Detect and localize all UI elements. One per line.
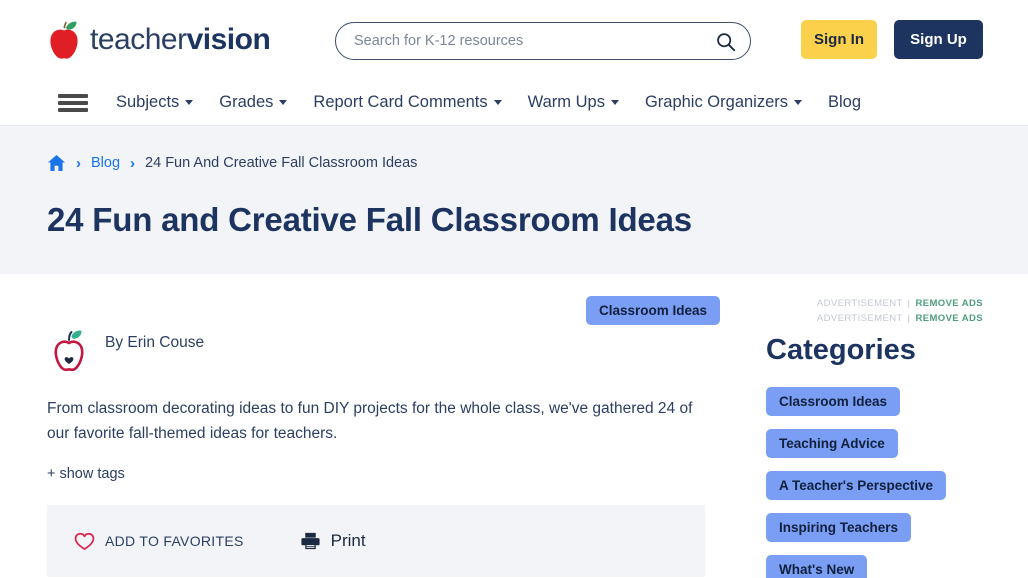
breadcrumb-separator: › xyxy=(130,154,136,172)
printer-icon xyxy=(301,533,320,550)
site-header: teachervision Sign In Sign Up xyxy=(0,0,1028,80)
advertisement-label: ADVERTISEMENT xyxy=(816,298,903,309)
nav-item-graphic-organizers[interactable]: Graphic Organizers xyxy=(644,93,803,112)
advertisement-separator: | xyxy=(907,313,911,324)
nav-item-warm-ups[interactable]: Warm Ups xyxy=(528,93,619,112)
logo-text-bold: vision xyxy=(186,23,271,56)
breadcrumb-separator: › xyxy=(76,154,81,172)
main-navigation: Subjects Grades Report Card Comments War… xyxy=(0,80,1028,126)
print-label: Print xyxy=(330,531,366,551)
chevron-down-icon xyxy=(493,100,502,105)
breadcrumb-link-blog[interactable]: Blog xyxy=(91,155,120,171)
author-name[interactable]: By Erin Couse xyxy=(105,334,204,352)
article-description: From classroom decorating ideas to fun D… xyxy=(47,400,693,443)
logo-text: teachervision xyxy=(90,23,271,57)
nav-item-report-card-comments[interactable]: Report Card Comments xyxy=(313,93,502,112)
category-tag-inspiring-teachers[interactable]: Inspiring Teachers xyxy=(766,513,912,542)
advertisement-separator: | xyxy=(907,298,911,309)
heart-outline-icon xyxy=(74,532,95,550)
hamburger-bar xyxy=(58,93,88,98)
categories-list: Classroom Ideas Teaching Advice A Teache… xyxy=(760,387,1028,578)
logo-text-light: teacher xyxy=(90,23,187,56)
advertisement-notice: ADVERTISEMENT | REMOVE ADS xyxy=(760,296,1028,311)
advertisement-notice: ADVERTISEMENT | REMOVE ADS xyxy=(760,311,1028,326)
hamburger-icon[interactable] xyxy=(58,92,88,114)
chevron-down-icon xyxy=(185,100,194,105)
page-title: 24 Fun and Creative Fall Classroom Ideas xyxy=(47,201,692,238)
nav-label: Report Card Comments xyxy=(313,93,488,111)
category-tag-teaching-advice[interactable]: Teaching Advice xyxy=(766,429,898,458)
categories-heading: Categories xyxy=(766,334,916,366)
nav-label: Grades xyxy=(219,93,274,111)
nav-label: Subjects xyxy=(116,93,180,111)
nav-item-subjects[interactable]: Subjects xyxy=(116,93,194,112)
content-area: Classroom Ideas By Erin Couse From class… xyxy=(0,274,1028,578)
sign-up-button[interactable]: Sign Up xyxy=(894,20,983,59)
nav-item-blog[interactable]: Blog xyxy=(828,93,861,112)
search-box[interactable] xyxy=(335,22,751,60)
add-to-favorites-label: ADD TO FAVORITES xyxy=(105,533,244,550)
chevron-down-icon xyxy=(794,100,803,105)
sign-in-button[interactable]: Sign In xyxy=(801,20,877,59)
breadcrumb: › Blog › 24 Fun And Creative Fall Classr… xyxy=(47,152,1028,174)
nav-label: Blog xyxy=(828,93,862,111)
nav-item-grades[interactable]: Grades xyxy=(219,93,288,112)
article-main-column: Classroom Ideas By Erin Couse From class… xyxy=(0,274,760,578)
hamburger-bar xyxy=(58,107,88,112)
nav-label: Graphic Organizers xyxy=(644,93,789,111)
chevron-down-icon xyxy=(279,100,288,105)
page-title-band: › Blog › 24 Fun And Creative Fall Classr… xyxy=(0,126,1028,274)
home-icon[interactable] xyxy=(47,154,66,172)
article-action-bar: ADD TO FAVORITES Print xyxy=(47,505,705,578)
remove-ads-link[interactable]: REMOVE ADS xyxy=(915,298,983,309)
remove-ads-link[interactable]: REMOVE ADS xyxy=(915,313,983,324)
show-tags-toggle[interactable]: + show tags xyxy=(47,466,760,482)
nav-label: Warm Ups xyxy=(527,93,605,111)
search-icon[interactable] xyxy=(715,31,736,52)
advertisement-label: ADVERTISEMENT xyxy=(816,313,903,324)
breadcrumb-current: 24 Fun And Creative Fall Classroom Ideas xyxy=(145,155,418,171)
print-button[interactable]: Print xyxy=(300,531,366,551)
category-tag-whats-new[interactable]: What's New xyxy=(766,555,868,578)
chevron-down-icon xyxy=(610,100,619,105)
topic-badge-classroom-ideas[interactable]: Classroom Ideas xyxy=(586,296,721,325)
apple-heart-avatar-icon xyxy=(54,330,84,372)
apple-icon xyxy=(50,21,78,59)
author-row: By Erin Couse xyxy=(47,326,760,374)
category-tag-a-teachers-perspective[interactable]: A Teacher's Perspective xyxy=(766,471,947,500)
site-logo[interactable]: teachervision xyxy=(46,20,271,60)
category-tag-classroom-ideas[interactable]: Classroom Ideas xyxy=(766,387,901,416)
add-to-favorites-button[interactable]: ADD TO FAVORITES xyxy=(74,532,244,551)
sidebar: ADVERTISEMENT | REMOVE ADS ADVERTISEMENT… xyxy=(760,274,1028,578)
hamburger-bar xyxy=(58,100,88,105)
search-input[interactable] xyxy=(354,33,715,49)
